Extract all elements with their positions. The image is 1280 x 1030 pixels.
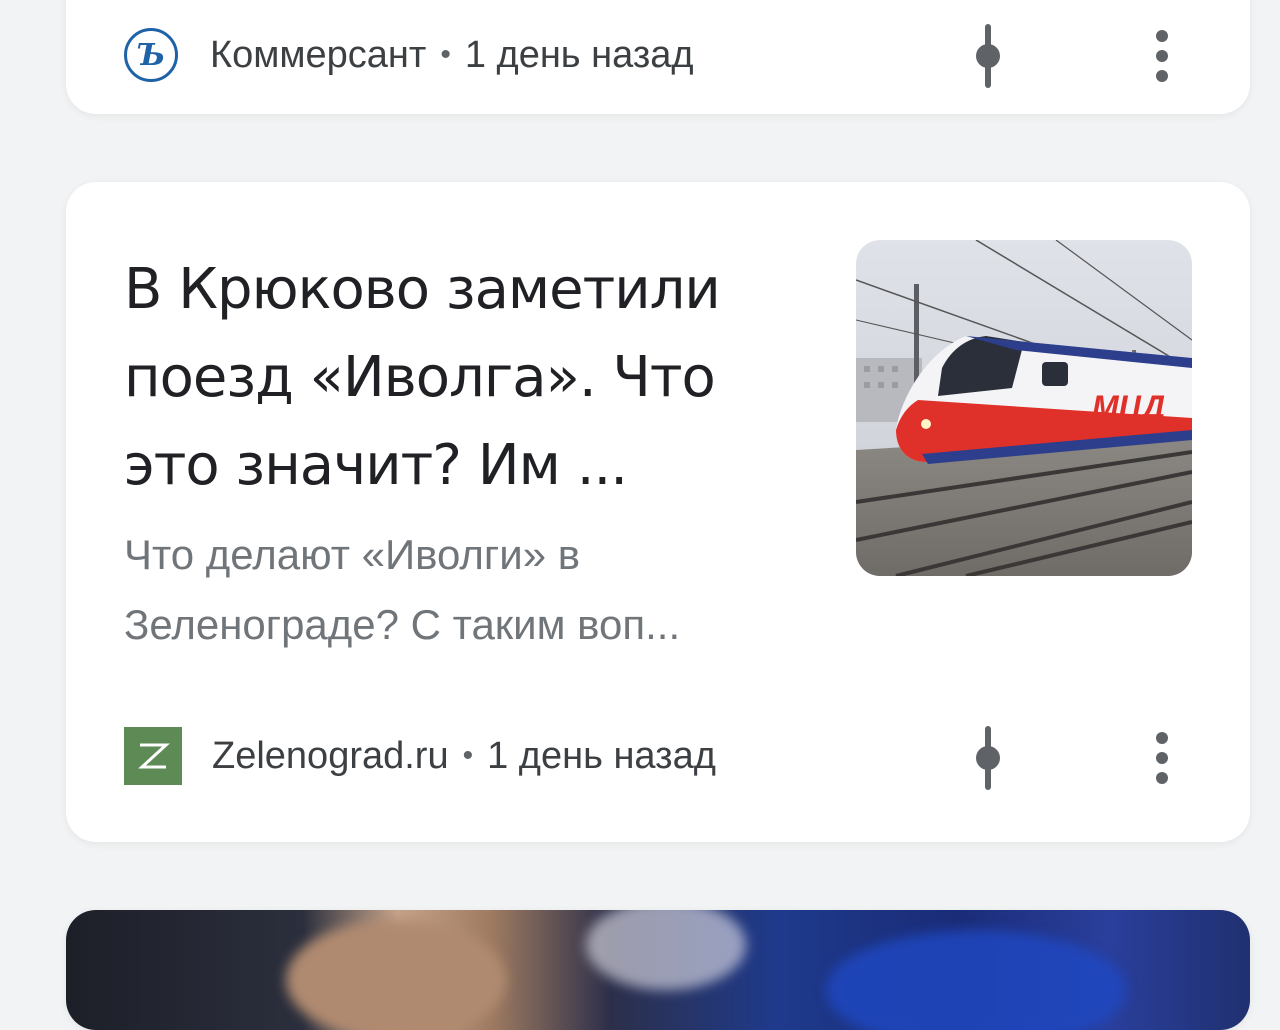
source-row: Zelenograd.ru • 1 день назад	[124, 727, 716, 785]
kommersant-logo: Ъ	[124, 28, 178, 82]
photo-blob	[826, 930, 1126, 1030]
more-options-button[interactable]	[1134, 722, 1190, 794]
photo-blob	[286, 920, 506, 1030]
publish-time: 1 день назад	[487, 734, 716, 777]
snippet: Что делают «Иволги» в Зеленограде? С так…	[124, 531, 681, 648]
separator-dot: •	[462, 739, 474, 772]
source-name: Zelenograd.ru	[212, 734, 449, 777]
train-logo-text: МЦД	[1092, 389, 1165, 425]
headline[interactable]: В Крюково заметили поезд «Иволга». Что э…	[124, 246, 824, 510]
more-options-button[interactable]	[1134, 20, 1190, 92]
photo-blob	[586, 910, 746, 990]
separator-dot: •	[440, 38, 451, 71]
publish-time: 1 день назад	[464, 33, 694, 76]
train-photo: МЦД	[856, 240, 1192, 576]
follow-source-icon	[976, 24, 1000, 88]
follow-source-button[interactable]	[960, 722, 1016, 794]
news-card-ivolga[interactable]: В Крюково заметили поезд «Иволга». Что э…	[66, 182, 1250, 842]
zelenograd-logo	[124, 727, 182, 785]
more-vert-icon	[1156, 732, 1168, 784]
follow-source-icon	[976, 726, 1000, 790]
news-card-next-image[interactable]	[66, 910, 1250, 1030]
more-vert-icon	[1156, 30, 1168, 82]
follow-source-button[interactable]	[960, 20, 1016, 92]
source-row: Ъ Коммерсант • 1 день назад	[124, 28, 694, 82]
source-name: Коммерсант	[210, 33, 427, 76]
news-card-kommersant[interactable]: Ъ Коммерсант • 1 день назад	[66, 0, 1250, 114]
article-thumbnail[interactable]: МЦД	[856, 240, 1192, 576]
z-letter-icon	[138, 743, 170, 769]
